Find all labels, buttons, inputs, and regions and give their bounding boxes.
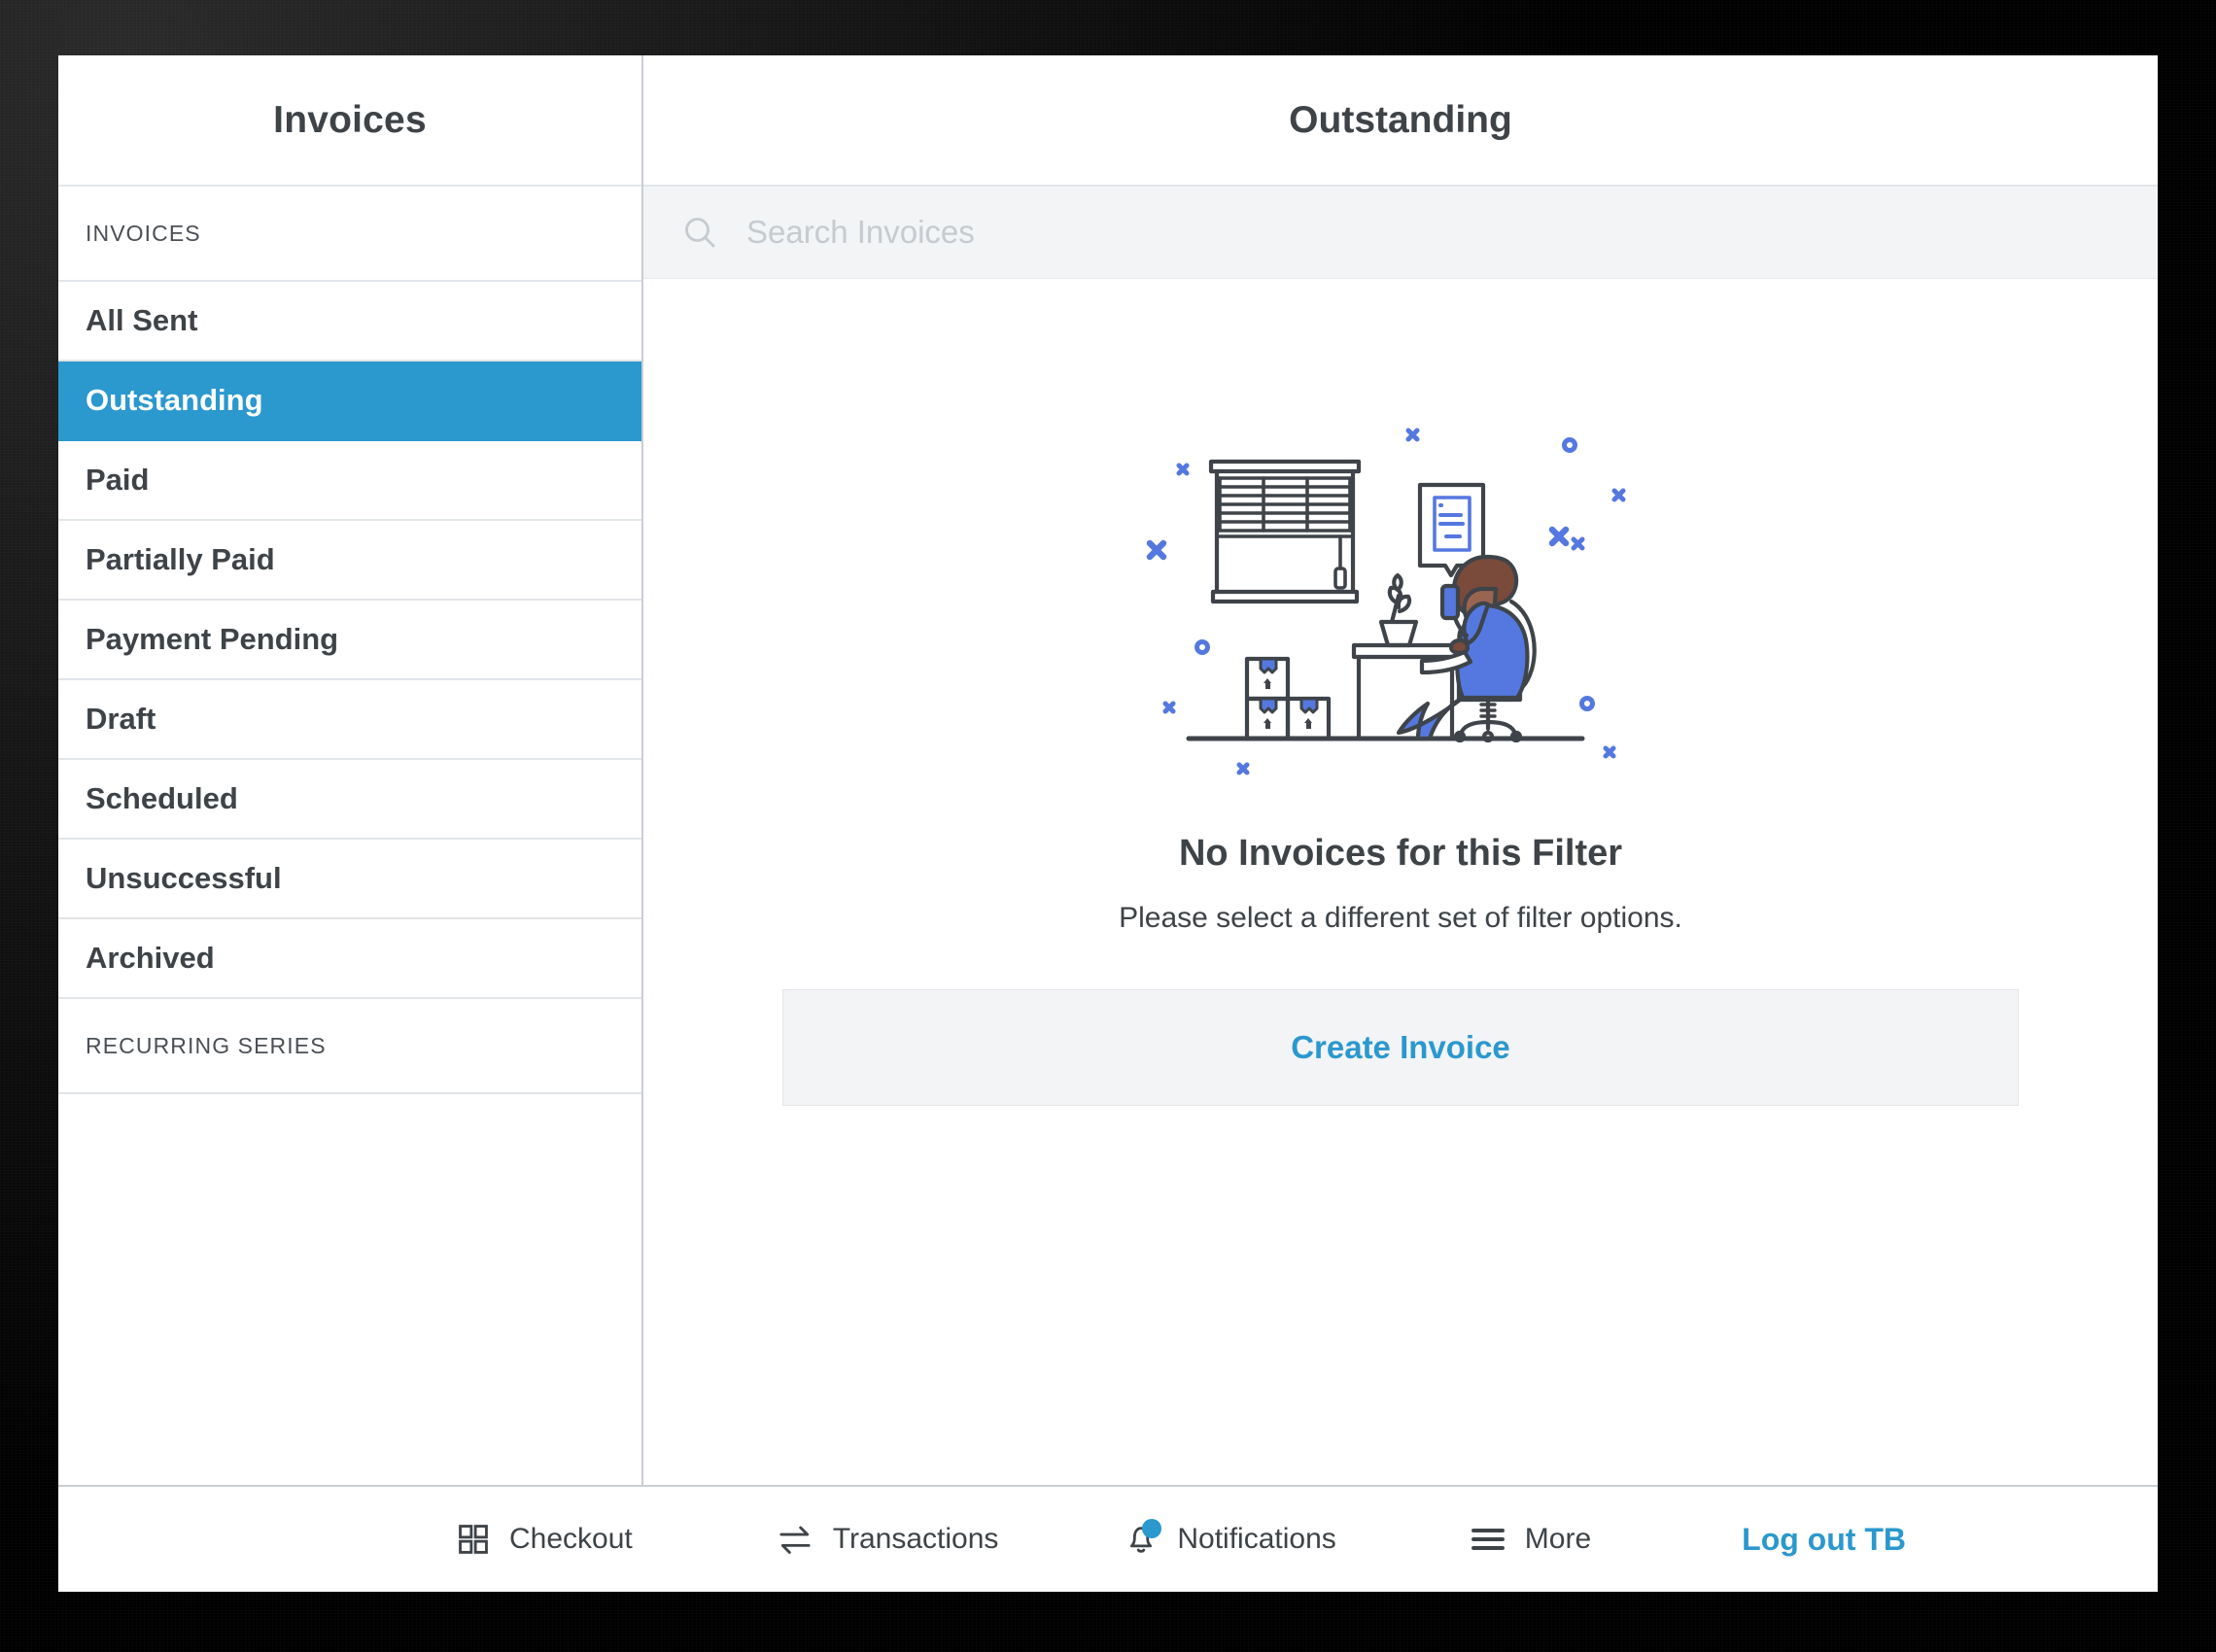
nav-label: Checkout	[509, 1523, 633, 1555]
create-invoice-button[interactable]: Create Invoice	[782, 989, 2019, 1106]
nav-label: More	[1524, 1523, 1592, 1555]
search-bar[interactable]	[643, 187, 2158, 279]
empty-state: No Invoices for this Filter Please selec…	[643, 279, 2158, 1485]
main-panel: Outstanding Search Invoices No Invoices …	[643, 55, 2158, 1485]
sidebar-item-partially-paid[interactable]: Partially Paid	[58, 521, 641, 601]
grid-icon	[457, 1523, 490, 1556]
sidebar-item-unsuccessful[interactable]: Unsuccessful	[58, 840, 641, 919]
sidebar-section-recurring-series: RECURRING SERIES	[58, 999, 641, 1094]
sidebar-item-label: Unsuccessful	[86, 861, 282, 895]
search-input[interactable]	[746, 214, 1781, 251]
nav-label: Notifications	[1177, 1523, 1336, 1555]
sidebar-item-payment-pending[interactable]: Payment Pending	[58, 601, 641, 680]
sidebar-item-all-sent[interactable]: All Sent	[58, 282, 641, 361]
sidebar-title: Invoices	[58, 55, 641, 187]
sidebar-item-label: All Sent	[86, 303, 198, 337]
hamburger-icon	[1471, 1525, 1506, 1554]
sidebar-item-draft[interactable]: Draft	[58, 680, 641, 760]
empty-state-heading: No Invoices for this Filter	[1178, 833, 1623, 874]
bell-icon	[1125, 1519, 1162, 1557]
page-title: Outstanding	[643, 55, 2158, 187]
sidebar-item-label: Scheduled	[86, 781, 238, 815]
sidebar-item-label: Paid	[86, 463, 150, 497]
notification-badge	[1142, 1519, 1162, 1538]
sidebar-section-invoices: INVOICES	[58, 187, 641, 282]
window-body: Invoices INVOICES All Sent Outstanding P…	[58, 55, 2158, 1485]
nav-item-transactions[interactable]: Transactions	[777, 1523, 999, 1556]
sidebar-item-label: Outstanding	[86, 383, 263, 417]
nav-item-notifications[interactable]: Notifications	[1125, 1519, 1336, 1557]
transfer-arrows-icon	[777, 1523, 814, 1556]
sidebar-item-outstanding[interactable]: Outstanding	[58, 361, 641, 441]
nav-item-more[interactable]: More	[1471, 1523, 1591, 1556]
sidebar-item-scheduled[interactable]: Scheduled	[58, 760, 641, 840]
sidebar-item-label: Partially Paid	[86, 542, 275, 576]
sidebar: Invoices INVOICES All Sent Outstanding P…	[58, 55, 643, 1485]
nav-label: Transactions	[832, 1523, 999, 1555]
person-at-desk-illustration	[1146, 428, 1626, 775]
logout-button[interactable]: Log out TB	[1742, 1522, 1906, 1558]
nav-item-checkout[interactable]: Checkout	[457, 1523, 633, 1556]
app-window: Invoices INVOICES All Sent Outstanding P…	[58, 55, 2158, 1592]
sidebar-item-label: Payment Pending	[86, 622, 339, 656]
sidebar-item-label: Archived	[86, 941, 215, 975]
sidebar-item-label: Draft	[86, 702, 156, 736]
sidebar-filler	[58, 1094, 641, 1485]
sidebar-item-archived[interactable]: Archived	[58, 919, 641, 999]
sidebar-item-paid[interactable]: Paid	[58, 441, 641, 521]
empty-state-subtext: Please select a different set of filter …	[1119, 902, 1682, 934]
search-icon	[680, 213, 719, 252]
bottom-navigation-bar: Checkout Transactions Notifications More…	[58, 1485, 2158, 1592]
